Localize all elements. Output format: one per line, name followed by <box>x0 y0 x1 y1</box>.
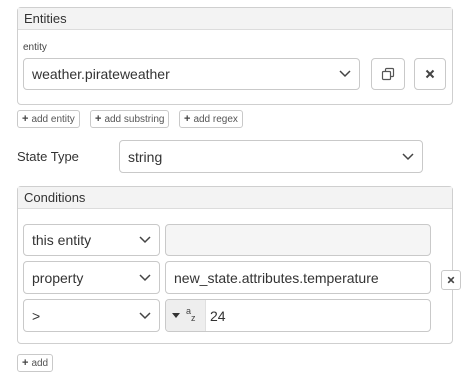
add-condition-label: add <box>31 357 49 369</box>
caret-down-icon <box>172 313 180 318</box>
add-regex-label: add regex <box>193 113 238 125</box>
add-substring-button[interactable]: + add substring <box>90 110 170 128</box>
chevron-down-icon <box>139 273 151 281</box>
entity-label: entity <box>23 42 47 53</box>
condition-type-select[interactable]: this entity <box>23 224 160 256</box>
state-type-label: State Type <box>17 149 79 164</box>
plus-icon: + <box>22 357 29 369</box>
type-selector[interactable]: az <box>166 300 206 331</box>
close-icon <box>425 69 435 79</box>
close-icon <box>447 276 455 284</box>
plus-icon: + <box>22 113 29 125</box>
az-type-icon: az <box>186 305 196 323</box>
condition-type-select[interactable]: property <box>23 261 160 294</box>
entities-panel: Entities <box>17 7 453 105</box>
chevron-down-icon <box>139 311 151 319</box>
plus-icon: + <box>184 113 191 125</box>
condition-type-value: property <box>32 269 84 286</box>
condition-type-value: this entity <box>32 232 92 248</box>
chevron-down-icon <box>339 70 351 78</box>
entities-panel-title: Entities <box>18 8 452 30</box>
add-condition-button[interactable]: + add <box>17 354 54 372</box>
state-type-value: string <box>128 148 163 165</box>
chevron-down-icon <box>139 236 151 244</box>
operator-select[interactable]: > <box>23 299 160 332</box>
state-type-select[interactable]: string <box>119 140 423 173</box>
add-entity-button[interactable]: + add entity <box>17 110 80 128</box>
add-regex-button[interactable]: + add regex <box>179 110 243 128</box>
plus-icon: + <box>95 113 102 125</box>
add-entity-label: add entity <box>31 113 75 125</box>
condition-value-input[interactable] <box>165 224 431 256</box>
conditions-panel-title: Conditions <box>18 187 452 209</box>
property-input[interactable]: new_state.attributes.temperature <box>165 261 431 294</box>
operator-value: > <box>32 307 41 324</box>
compare-value: 24 <box>210 307 226 324</box>
property-value: new_state.attributes.temperature <box>174 269 379 286</box>
remove-condition-button[interactable] <box>441 270 461 290</box>
entity-select-value: weather.pirateweather <box>32 66 170 82</box>
entity-select[interactable]: weather.pirateweather <box>23 58 360 90</box>
add-substring-label: add substring <box>104 113 165 125</box>
chevron-down-icon <box>402 152 414 160</box>
compare-value-input[interactable]: az 24 <box>165 299 431 332</box>
copy-icon <box>381 67 395 81</box>
copy-entity-button[interactable] <box>371 58 405 90</box>
clear-entity-button[interactable] <box>414 58 446 90</box>
